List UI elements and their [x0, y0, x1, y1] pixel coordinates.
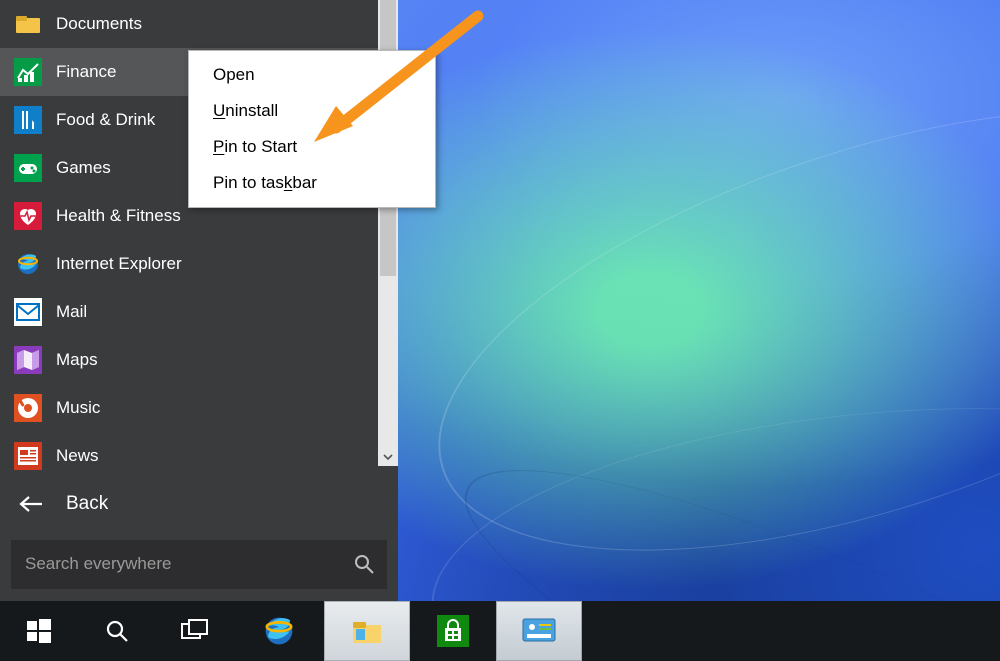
news-icon: [14, 442, 42, 470]
back-label: Back: [66, 493, 108, 515]
maps-icon: [14, 346, 42, 374]
mail-icon: [14, 298, 42, 326]
controlpanel-icon: [520, 615, 558, 647]
app-label: Internet Explorer: [56, 254, 182, 274]
app-label: Food & Drink: [56, 110, 155, 130]
explorer-icon: [350, 616, 384, 646]
app-label: Music: [56, 398, 100, 418]
health-icon: [14, 202, 42, 230]
app-item-documents[interactable]: Documents: [0, 0, 398, 48]
app-item-maps[interactable]: Maps: [0, 336, 398, 384]
ctx-open[interactable]: Open: [189, 57, 435, 93]
ctx-pin-to-start[interactable]: Pin to Start: [189, 129, 435, 165]
scrollbar-down-button[interactable]: [378, 448, 398, 466]
app-label: Games: [56, 158, 111, 178]
taskbar-file-explorer-button[interactable]: [324, 601, 410, 661]
search-icon: [103, 617, 131, 645]
app-label: Documents: [56, 14, 142, 34]
app-item-mail[interactable]: Mail: [0, 288, 398, 336]
task-view-button[interactable]: [156, 601, 234, 661]
folder-icon: [14, 10, 42, 38]
ctx-pin-to-taskbar[interactable]: Pin to taskbar: [189, 165, 435, 201]
search-input[interactable]: [11, 540, 341, 589]
music-icon: [14, 394, 42, 422]
back-arrow-icon: [18, 494, 44, 514]
app-label: Health & Fitness: [56, 206, 181, 226]
taskbar-store-button[interactable]: [410, 601, 496, 661]
app-item-ie[interactable]: Internet Explorer: [0, 240, 398, 288]
taskbar-search-button[interactable]: [78, 601, 156, 661]
app-label: Finance: [56, 62, 116, 82]
search-icon: [353, 553, 375, 575]
games-icon: [14, 154, 42, 182]
finance-icon: [14, 58, 42, 86]
start-button[interactable]: [0, 601, 78, 661]
app-item-music[interactable]: Music: [0, 384, 398, 432]
ctx-uninstall[interactable]: Uninstall: [189, 93, 435, 129]
food-icon: [14, 106, 42, 134]
back-button[interactable]: Back: [0, 474, 398, 533]
ie-icon: [14, 250, 42, 278]
search-box[interactable]: [11, 540, 387, 589]
taskbar-ie-button[interactable]: [234, 601, 324, 661]
app-label: Maps: [56, 350, 98, 370]
ie-icon: [262, 614, 296, 648]
taskbar: [0, 601, 1000, 661]
taskbar-control-panel-button[interactable]: [496, 601, 582, 661]
taskview-icon: [180, 618, 210, 644]
search-button[interactable]: [341, 540, 387, 589]
store-icon: [433, 611, 473, 651]
context-menu: Open Uninstall Pin to Start Pin to taskb…: [188, 50, 436, 208]
app-label: News: [56, 446, 99, 466]
app-item-news[interactable]: News: [0, 432, 398, 474]
app-label: Mail: [56, 302, 87, 322]
windows-logo-icon: [25, 617, 53, 645]
